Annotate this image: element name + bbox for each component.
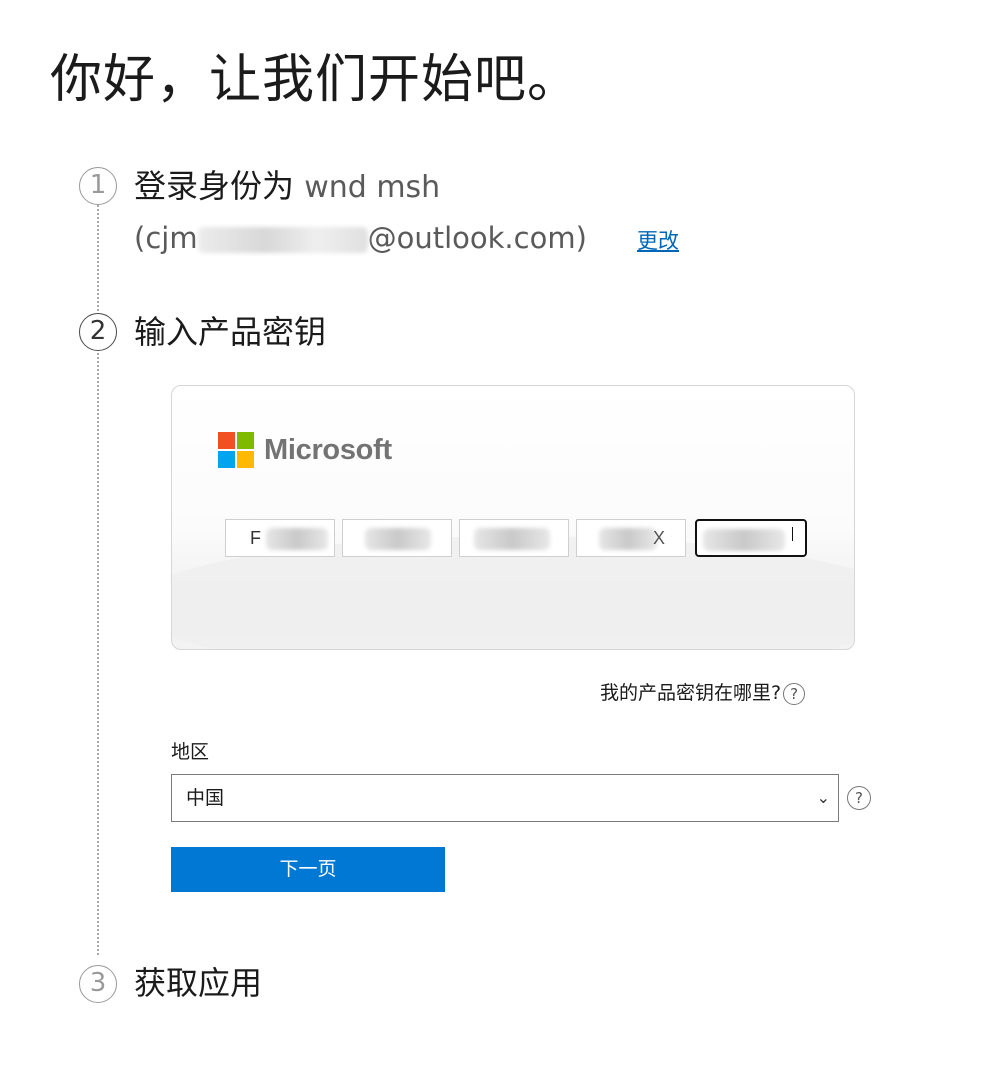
segment-1-text: F xyxy=(250,528,261,548)
step-3-title: 获取应用 xyxy=(134,964,263,1002)
where-is-product-key-label: 我的产品密钥在哪里? xyxy=(600,682,782,704)
question-circle-icon[interactable]: ? xyxy=(783,682,806,705)
region-help-icon[interactable]: ? xyxy=(847,786,871,810)
redacted-key-part xyxy=(474,528,550,550)
step-1-label: 登录身份为 xyxy=(134,167,295,205)
product-key-segment-5[interactable] xyxy=(695,519,807,557)
page-title: 你好，让我们开始吧。 xyxy=(50,50,581,110)
next-page-button[interactable]: 下一页 xyxy=(171,847,445,892)
product-key-segment-4[interactable]: X xyxy=(576,519,686,557)
redacted-key-part xyxy=(599,528,657,550)
step-2-title: 输入产品密钥 xyxy=(134,313,327,351)
account-name: wnd msh xyxy=(304,170,441,205)
step-number-2: 2 xyxy=(79,313,117,351)
account-email-suffix: @outlook.com) xyxy=(367,221,587,255)
logo-square-blue xyxy=(218,451,235,468)
product-key-segment-2[interactable] xyxy=(342,519,452,557)
product-key-segment-3[interactable] xyxy=(459,519,569,557)
logo-square-yellow xyxy=(237,451,254,468)
redacted-key-part xyxy=(266,528,328,550)
step-1-title: 登录身份为 wnd msh xyxy=(134,164,440,210)
product-key-inputs: F X xyxy=(225,519,807,557)
step-number-3: 3 xyxy=(79,965,117,1003)
segment-4-text: X xyxy=(652,528,665,548)
text-caret xyxy=(792,527,793,541)
logo-square-red xyxy=(218,432,235,449)
product-key-segment-1[interactable]: F xyxy=(225,519,335,557)
product-key-card: Microsoft F X xyxy=(171,385,855,650)
region-selected-value: 中国 xyxy=(186,787,225,809)
change-account-link[interactable]: 更改 xyxy=(637,226,679,256)
step-number-1: 1 xyxy=(79,167,117,205)
region-select[interactable]: 中国 ⌄ xyxy=(171,774,839,822)
redacted-key-part xyxy=(365,528,431,550)
where-is-product-key-link[interactable]: 我的产品密钥在哪里?? xyxy=(600,679,806,707)
chevron-down-icon: ⌄ xyxy=(816,788,830,807)
logo-square-green xyxy=(237,432,254,449)
microsoft-wordmark: Microsoft xyxy=(264,433,392,466)
redacted-key-part xyxy=(703,529,785,551)
microsoft-logo-icon xyxy=(218,432,254,468)
redacted-email-part xyxy=(197,227,368,253)
account-email: (cjm @outlook.com) xyxy=(134,216,587,260)
region-label: 地区 xyxy=(171,741,210,763)
microsoft-logo: Microsoft xyxy=(218,432,392,468)
office-setup-page: 你好，让我们开始吧。 1 登录身份为 wnd msh (cjm @outlook.… xyxy=(0,0,987,1080)
account-email-prefix: (cjm xyxy=(134,221,198,255)
